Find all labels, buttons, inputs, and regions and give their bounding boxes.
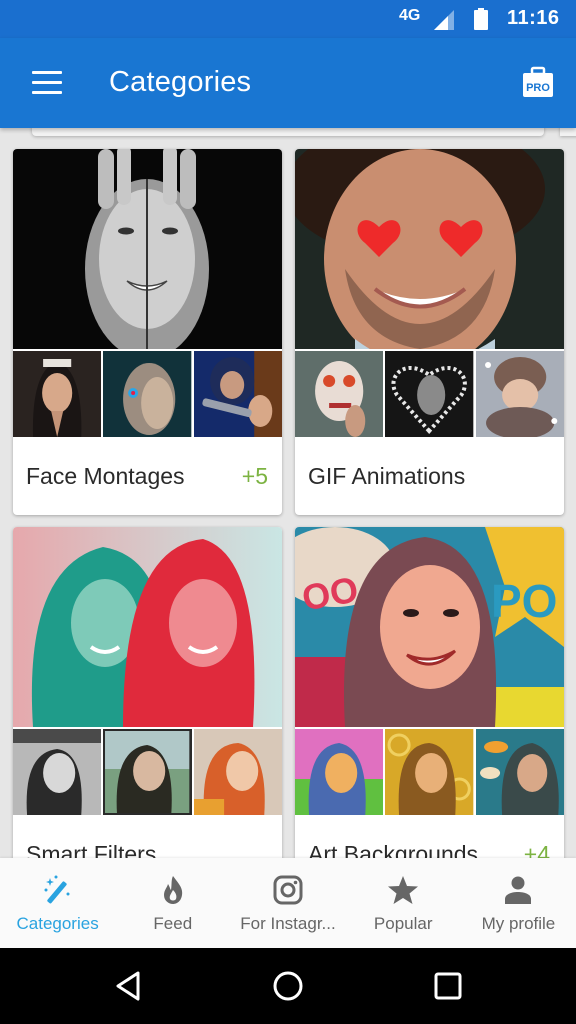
thumbnail-image (101, 351, 192, 437)
tab-label: Categories (16, 914, 99, 933)
tab-label: Popular (373, 914, 433, 933)
person-icon (505, 876, 532, 904)
tab-my-profile[interactable]: My profile (461, 858, 576, 948)
category-hero-image: OO PO (295, 527, 564, 727)
page-title: Categories (109, 66, 252, 98)
clock: 11:16 (507, 7, 560, 29)
category-title: Art Backgrounds (308, 841, 479, 858)
category-hero-image (13, 149, 282, 349)
thumbnail-image (191, 729, 282, 815)
flame-icon (163, 876, 182, 904)
tab-for-instagram[interactable]: For Instagr... (230, 858, 345, 948)
category-count-badge: +5 (241, 463, 268, 489)
tab-categories[interactable]: Categories (0, 858, 115, 948)
category-count-badge: +4 (523, 841, 550, 858)
thumbnail-image (13, 351, 102, 437)
category-label-row: Art Backgrounds +4 (295, 815, 564, 858)
thumbnail-image (473, 729, 564, 815)
home-icon[interactable] (270, 968, 306, 1004)
category-title: Smart Filters (26, 841, 157, 858)
pro-label: PRO (526, 82, 550, 94)
star-icon (388, 876, 419, 904)
categories-grid[interactable]: Face Montages +5 GIF Animations Smart Fi… (0, 128, 576, 858)
tab-label: My profile (481, 914, 556, 933)
category-card-face-montages[interactable]: Face Montages +5 (13, 149, 282, 515)
thumbnail-image (295, 351, 384, 437)
magic-wand-icon (44, 875, 70, 904)
thumbnail-image (383, 351, 474, 437)
svg-text:PO: PO (491, 575, 557, 627)
app-bar: Categories PRO (0, 38, 576, 128)
category-label-row: Face Montages +5 (13, 437, 282, 515)
pro-bag-icon: PRO (523, 66, 553, 97)
bottom-navigation: Categories Feed For Instagr... Popular M… (0, 858, 576, 948)
category-thumbnails (13, 349, 282, 437)
category-title: GIF Animations (308, 463, 466, 489)
thumbnail-image (295, 729, 384, 815)
screen: 4G 11:16 Categories PRO Face Montages +5… (0, 0, 576, 1024)
tab-popular[interactable]: Popular (346, 858, 461, 948)
previous-card-peek (32, 128, 544, 136)
thumbnail-image (473, 351, 564, 437)
thumbnail-image (191, 351, 282, 437)
category-hero-image (295, 149, 564, 349)
thumbnail-image (13, 729, 102, 815)
category-card-gif-animations[interactable]: GIF Animations (295, 149, 564, 515)
category-label-row: GIF Animations (295, 437, 564, 515)
category-hero-image (13, 527, 282, 727)
previous-card-peek-right (560, 128, 576, 136)
system-navigation-bar (0, 948, 576, 1024)
instagram-icon (273, 875, 303, 905)
tab-label: For Instagr... (240, 914, 336, 933)
category-title: Face Montages (26, 463, 185, 489)
network-type: 4G (399, 7, 421, 24)
category-thumbnails (295, 727, 564, 815)
thumbnail-image (383, 729, 474, 815)
battery-icon (474, 8, 488, 30)
category-thumbnails (13, 727, 282, 815)
category-thumbnails (295, 349, 564, 437)
status-bar: 4G 11:16 (0, 0, 576, 38)
recents-icon[interactable] (430, 968, 466, 1004)
category-card-art-backgrounds[interactable]: OO PO Art Backgrounds +4 (295, 527, 564, 858)
tab-label: Feed (153, 914, 193, 933)
menu-button[interactable] (22, 60, 72, 106)
signal-icon (434, 10, 454, 30)
category-label-row: Smart Filters (13, 815, 282, 858)
tab-feed[interactable]: Feed (115, 858, 230, 948)
thumbnail-image (101, 729, 192, 815)
category-card-smart-filters[interactable]: Smart Filters (13, 527, 282, 858)
pro-button[interactable]: PRO (514, 62, 562, 106)
back-icon[interactable] (110, 968, 146, 1004)
